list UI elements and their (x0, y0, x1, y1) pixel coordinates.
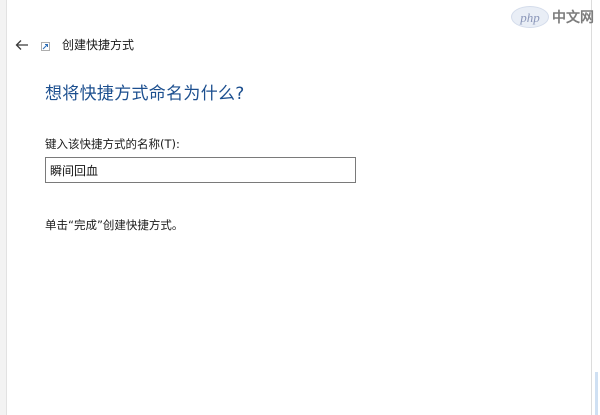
window-left-edge (0, 0, 7, 415)
watermark-logo: php (511, 6, 549, 28)
window-right-edge-accent (595, 372, 598, 415)
watermark-site-text: 中文网 (552, 10, 594, 26)
back-button[interactable] (12, 36, 32, 54)
watermark: php 中文网 (511, 4, 594, 30)
back-arrow-icon (15, 40, 28, 50)
watermark-logo-text: php (520, 9, 540, 25)
create-shortcut-window: php 中文网 创建快捷方式 想将快捷方式命名为什么? 键入该快捷方式的名称(T… (0, 0, 600, 415)
shortcut-name-input[interactable] (45, 157, 356, 183)
shortcut-icon (41, 42, 50, 51)
wizard-title: 创建快捷方式 (62, 38, 135, 52)
finish-instruction: 单击“完成”创建快捷方式。 (45, 218, 184, 232)
shortcut-name-label: 键入该快捷方式的名称(T): (45, 137, 180, 151)
window-right-edge (591, 0, 600, 415)
page-heading: 想将快捷方式命名为什么? (45, 84, 245, 104)
